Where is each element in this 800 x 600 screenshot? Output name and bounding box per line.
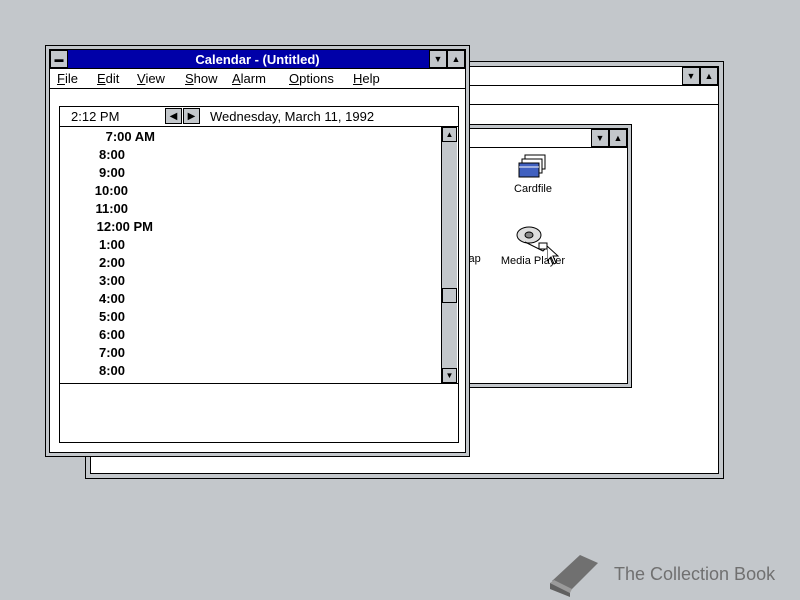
icon-label: Cardfile xyxy=(514,183,552,195)
time-slot[interactable]: 8:00 xyxy=(60,147,125,162)
time-slot[interactable]: 6:00 xyxy=(60,327,125,342)
minimize-button[interactable]: ▼ xyxy=(682,67,700,85)
cardfile-program[interactable]: Cardfile xyxy=(505,153,561,195)
menu-help[interactable]: Help xyxy=(353,71,380,86)
time-slot[interactable]: 10:00 xyxy=(60,183,128,198)
menu-options[interactable]: Options xyxy=(289,71,334,86)
time-slot[interactable]: 3:00 xyxy=(60,273,125,288)
menu-edit[interactable]: Edit xyxy=(97,71,119,86)
time-slot[interactable]: 9:00 xyxy=(60,165,125,180)
right-arrow-icon: ▶ xyxy=(187,110,196,122)
time-slot[interactable]: 7:00 xyxy=(60,345,125,360)
scroll-down-button[interactable]: ▼ xyxy=(442,368,457,383)
prev-day-button[interactable]: ◀ xyxy=(165,108,182,124)
group-minimize-button[interactable]: ▼ xyxy=(591,129,609,147)
down-arrow-icon: ▼ xyxy=(445,371,454,380)
menu-view[interactable]: View xyxy=(137,71,165,86)
time-slot[interactable]: 12:00 PM xyxy=(60,219,153,234)
status-bar: 2:12 PM ◀ ▶ Wednesday, March 11, 1992 xyxy=(60,107,458,127)
window-title: Calendar - (Untitled) xyxy=(195,52,320,67)
calendar-titlebar[interactable]: ▬ Calendar - (Untitled) ▼ ▲ xyxy=(50,50,465,69)
current-time: 2:12 PM xyxy=(71,109,120,124)
time-slot[interactable]: 8:00 xyxy=(60,363,125,378)
current-date: Wednesday, March 11, 1992 xyxy=(210,109,375,124)
time-slot[interactable]: 5:00 xyxy=(60,309,125,324)
watermark-text: The Collection Book xyxy=(614,564,776,584)
minimize-button[interactable]: ▼ xyxy=(429,50,447,68)
media-player-icon xyxy=(515,225,551,253)
time-slot[interactable]: 7:00 AM xyxy=(60,129,155,144)
appointment-list[interactable]: 7:00 AM 8:00 9:00 10:00 11:00 12:00 PM 1… xyxy=(60,127,441,383)
next-day-button[interactable]: ▶ xyxy=(183,108,200,124)
menu-file[interactable]: File xyxy=(57,71,78,86)
time-slot[interactable]: 11:00 xyxy=(60,201,128,216)
time-slot[interactable]: 4:00 xyxy=(60,291,125,306)
scroll-up-button[interactable]: ▲ xyxy=(442,127,457,142)
menu-alarm[interactable]: Alarm xyxy=(232,71,266,86)
mouse-cursor-icon xyxy=(546,244,560,269)
cardfile-icon xyxy=(517,153,549,181)
time-slot[interactable]: 1:00 xyxy=(60,237,125,252)
calendar-window: ▬ Calendar - (Untitled) ▼ ▲ File Edit Vi… xyxy=(45,45,470,457)
vertical-scrollbar[interactable]: ▲ ▼ xyxy=(441,127,457,383)
time-slot[interactable]: 2:00 xyxy=(60,255,125,270)
up-arrow-icon: ▲ xyxy=(445,130,454,139)
left-arrow-icon: ◀ xyxy=(169,110,178,122)
maximize-button[interactable]: ▲ xyxy=(700,67,718,85)
book-icon xyxy=(546,551,602,600)
scroll-thumb[interactable] xyxy=(442,288,457,303)
watermark: The Collection Book xyxy=(546,551,786,597)
menubar: File Edit View Show Alarm Options Help xyxy=(50,69,465,89)
maximize-button[interactable]: ▲ xyxy=(447,50,465,68)
notes-area[interactable] xyxy=(60,383,458,442)
calendar-client: 2:12 PM ◀ ▶ Wednesday, March 11, 1992 7:… xyxy=(59,106,459,443)
menu-show[interactable]: Show xyxy=(185,71,218,86)
group-maximize-button[interactable]: ▲ xyxy=(609,129,627,147)
